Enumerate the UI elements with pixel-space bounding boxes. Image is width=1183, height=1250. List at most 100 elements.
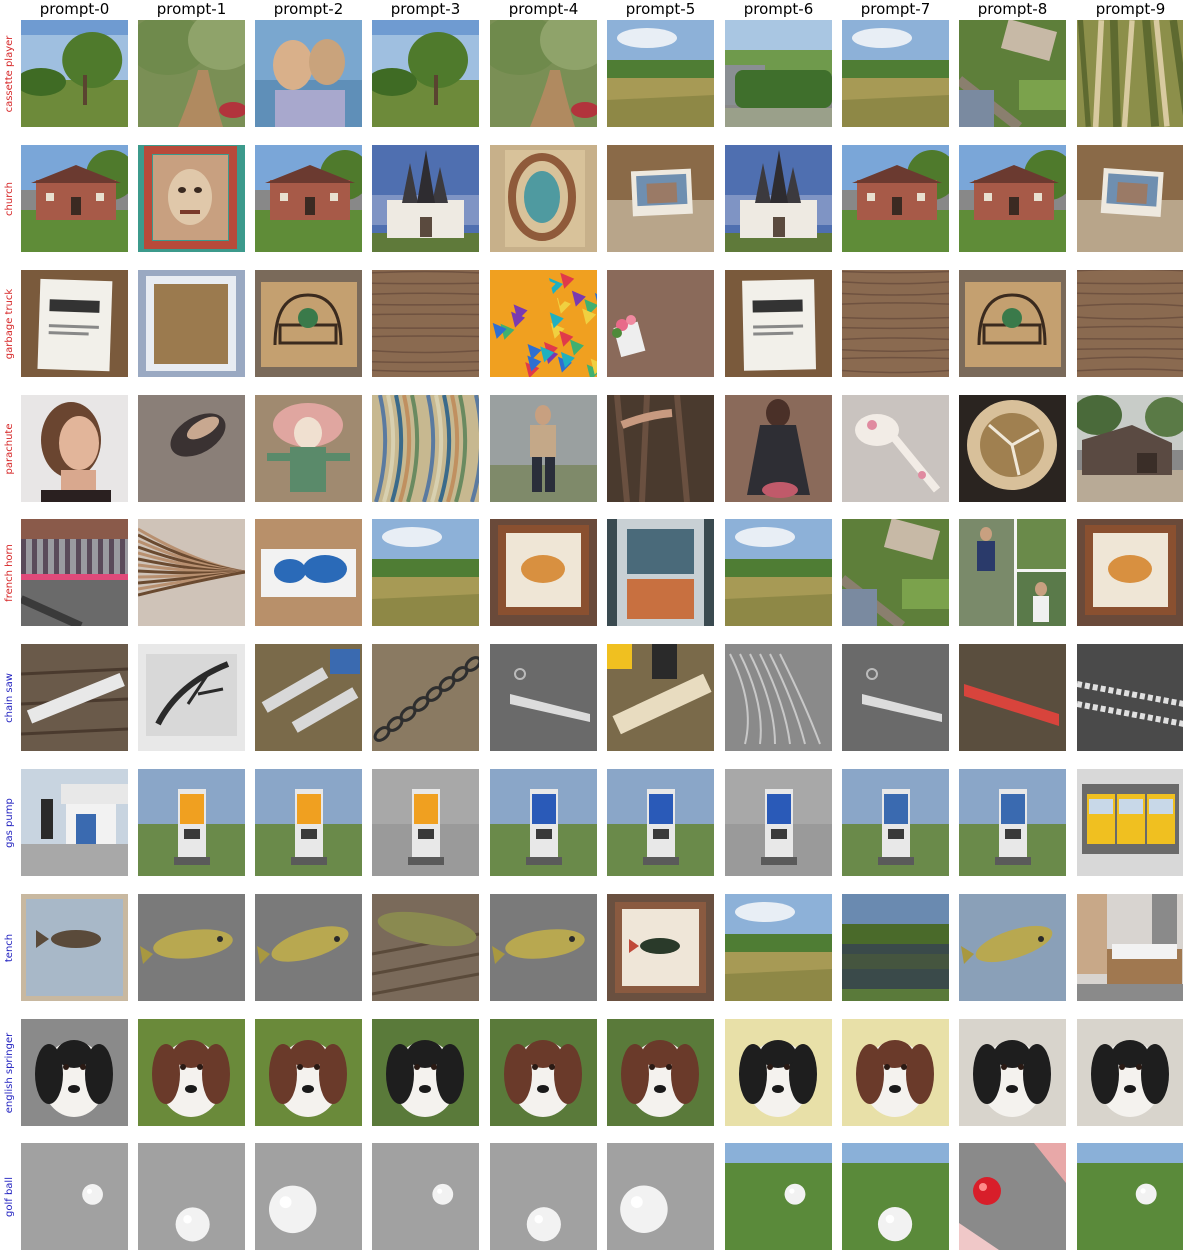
image-thumbnail [490,395,597,502]
image-thumbnail [21,20,128,127]
saw-blade-image [490,644,597,751]
cardboard-drawing-image [255,270,362,377]
row-label: parachute [4,395,16,502]
woman-portrait-image [21,395,128,502]
aerial-view-image [959,20,1066,127]
landscape-grass-image [725,894,832,1001]
fish-on-surface-image [490,894,597,1001]
springer-dog-image [1077,1019,1183,1126]
row-label-text: church [4,181,15,216]
springer-dog-image [138,1019,245,1126]
image-thumbnail [842,270,949,377]
image-thumbnail [1077,145,1183,252]
row-label: chain saw [4,644,16,751]
chain-on-ground-image [1077,644,1183,751]
paper-sheet-image [725,270,832,377]
saw-blade-image [842,644,949,751]
image-thumbnail [490,519,597,626]
gas-pump-image [138,769,245,876]
image-thumbnail [255,769,362,876]
chainsaw-log-image [607,644,714,751]
brick-house-image [959,145,1066,252]
image-thumbnail [255,395,362,502]
photo-tree-image [138,644,245,751]
image-thumbnail [725,1019,832,1126]
column-header: prompt-1 [156,0,227,18]
striped-fabric-image [372,395,479,502]
wood-texture-image [842,270,949,377]
image-thumbnail [490,270,597,377]
image-thumbnail [959,395,1066,502]
row-label: gas pump [4,769,16,876]
red-ball-image [959,1143,1066,1250]
painted-figure-image [255,395,362,502]
row-label-text: cassette player [4,35,15,112]
image-thumbnail [1077,519,1183,626]
image-thumbnail [842,769,949,876]
image-thumbnail [372,644,479,751]
image-thumbnail [607,769,714,876]
image-thumbnail [372,894,479,1001]
gas-pump-image [725,769,832,876]
wood-texture-image [1077,270,1183,377]
springer-dog-image [607,1019,714,1126]
fish-on-wood-image [372,894,479,1001]
image-thumbnail [842,519,949,626]
image-thumbnail [607,644,714,751]
image-thumbnail [959,145,1066,252]
red-saw-blade-image [959,644,1066,751]
image-thumbnail [372,270,479,377]
image-thumbnail [842,1019,949,1126]
white-church-image [372,145,479,252]
image-thumbnail [725,395,832,502]
painted-face-poster-image [138,145,245,252]
chain-on-wood-image [372,644,479,751]
image-thumbnail [490,145,597,252]
image-thumbnail [1077,395,1183,502]
image-thumbnail [372,519,479,626]
column-header: prompt-6 [743,0,814,18]
column-header: prompt-9 [1095,0,1166,18]
image-thumbnail [138,644,245,751]
image-thumbnail [255,644,362,751]
image-thumbnail [725,769,832,876]
row-label-text: garbage truck [4,288,15,359]
image-thumbnail [255,519,362,626]
image-thumbnail [607,270,714,377]
shoe-closeup-image [138,395,245,502]
image-thumbnail [138,395,245,502]
people-collage-image [959,519,1066,626]
image-thumbnail [372,1019,479,1126]
image-thumbnail [21,894,128,1001]
image-thumbnail [21,769,128,876]
image-thumbnail [490,20,597,127]
landscape-trees-image [21,20,128,127]
landscape-grass-image [607,20,714,127]
painted-faces-image [255,20,362,127]
image-thumbnail [372,145,479,252]
image-thumbnail [255,270,362,377]
paper-sheet-image [21,270,128,377]
golf-ball-image [607,1143,714,1250]
image-thumbnail [959,644,1066,751]
golf-ball-image [842,1143,949,1250]
image-thumbnail [490,894,597,1001]
image-thumbnail [607,1143,714,1250]
image-thumbnail [21,145,128,252]
row-label: french horn [4,519,16,626]
postcard-on-table-image [1077,145,1183,252]
golf-ball-image [21,1143,128,1250]
column-header: prompt-2 [273,0,344,18]
image-thumbnail [1077,20,1183,127]
row-label-text: golf ball [4,1176,15,1217]
image-thumbnail [21,270,128,377]
cardboard-drawing-image [959,270,1066,377]
image-thumbnail [138,519,245,626]
bamboo-stalks-image [1077,20,1183,127]
image-thumbnail [725,20,832,127]
image-thumbnail [842,20,949,127]
row-label-text: chain saw [4,672,15,723]
image-thumbnail [725,270,832,377]
fish-on-surface-image [959,894,1066,1001]
fish-on-surface-image [255,894,362,1001]
